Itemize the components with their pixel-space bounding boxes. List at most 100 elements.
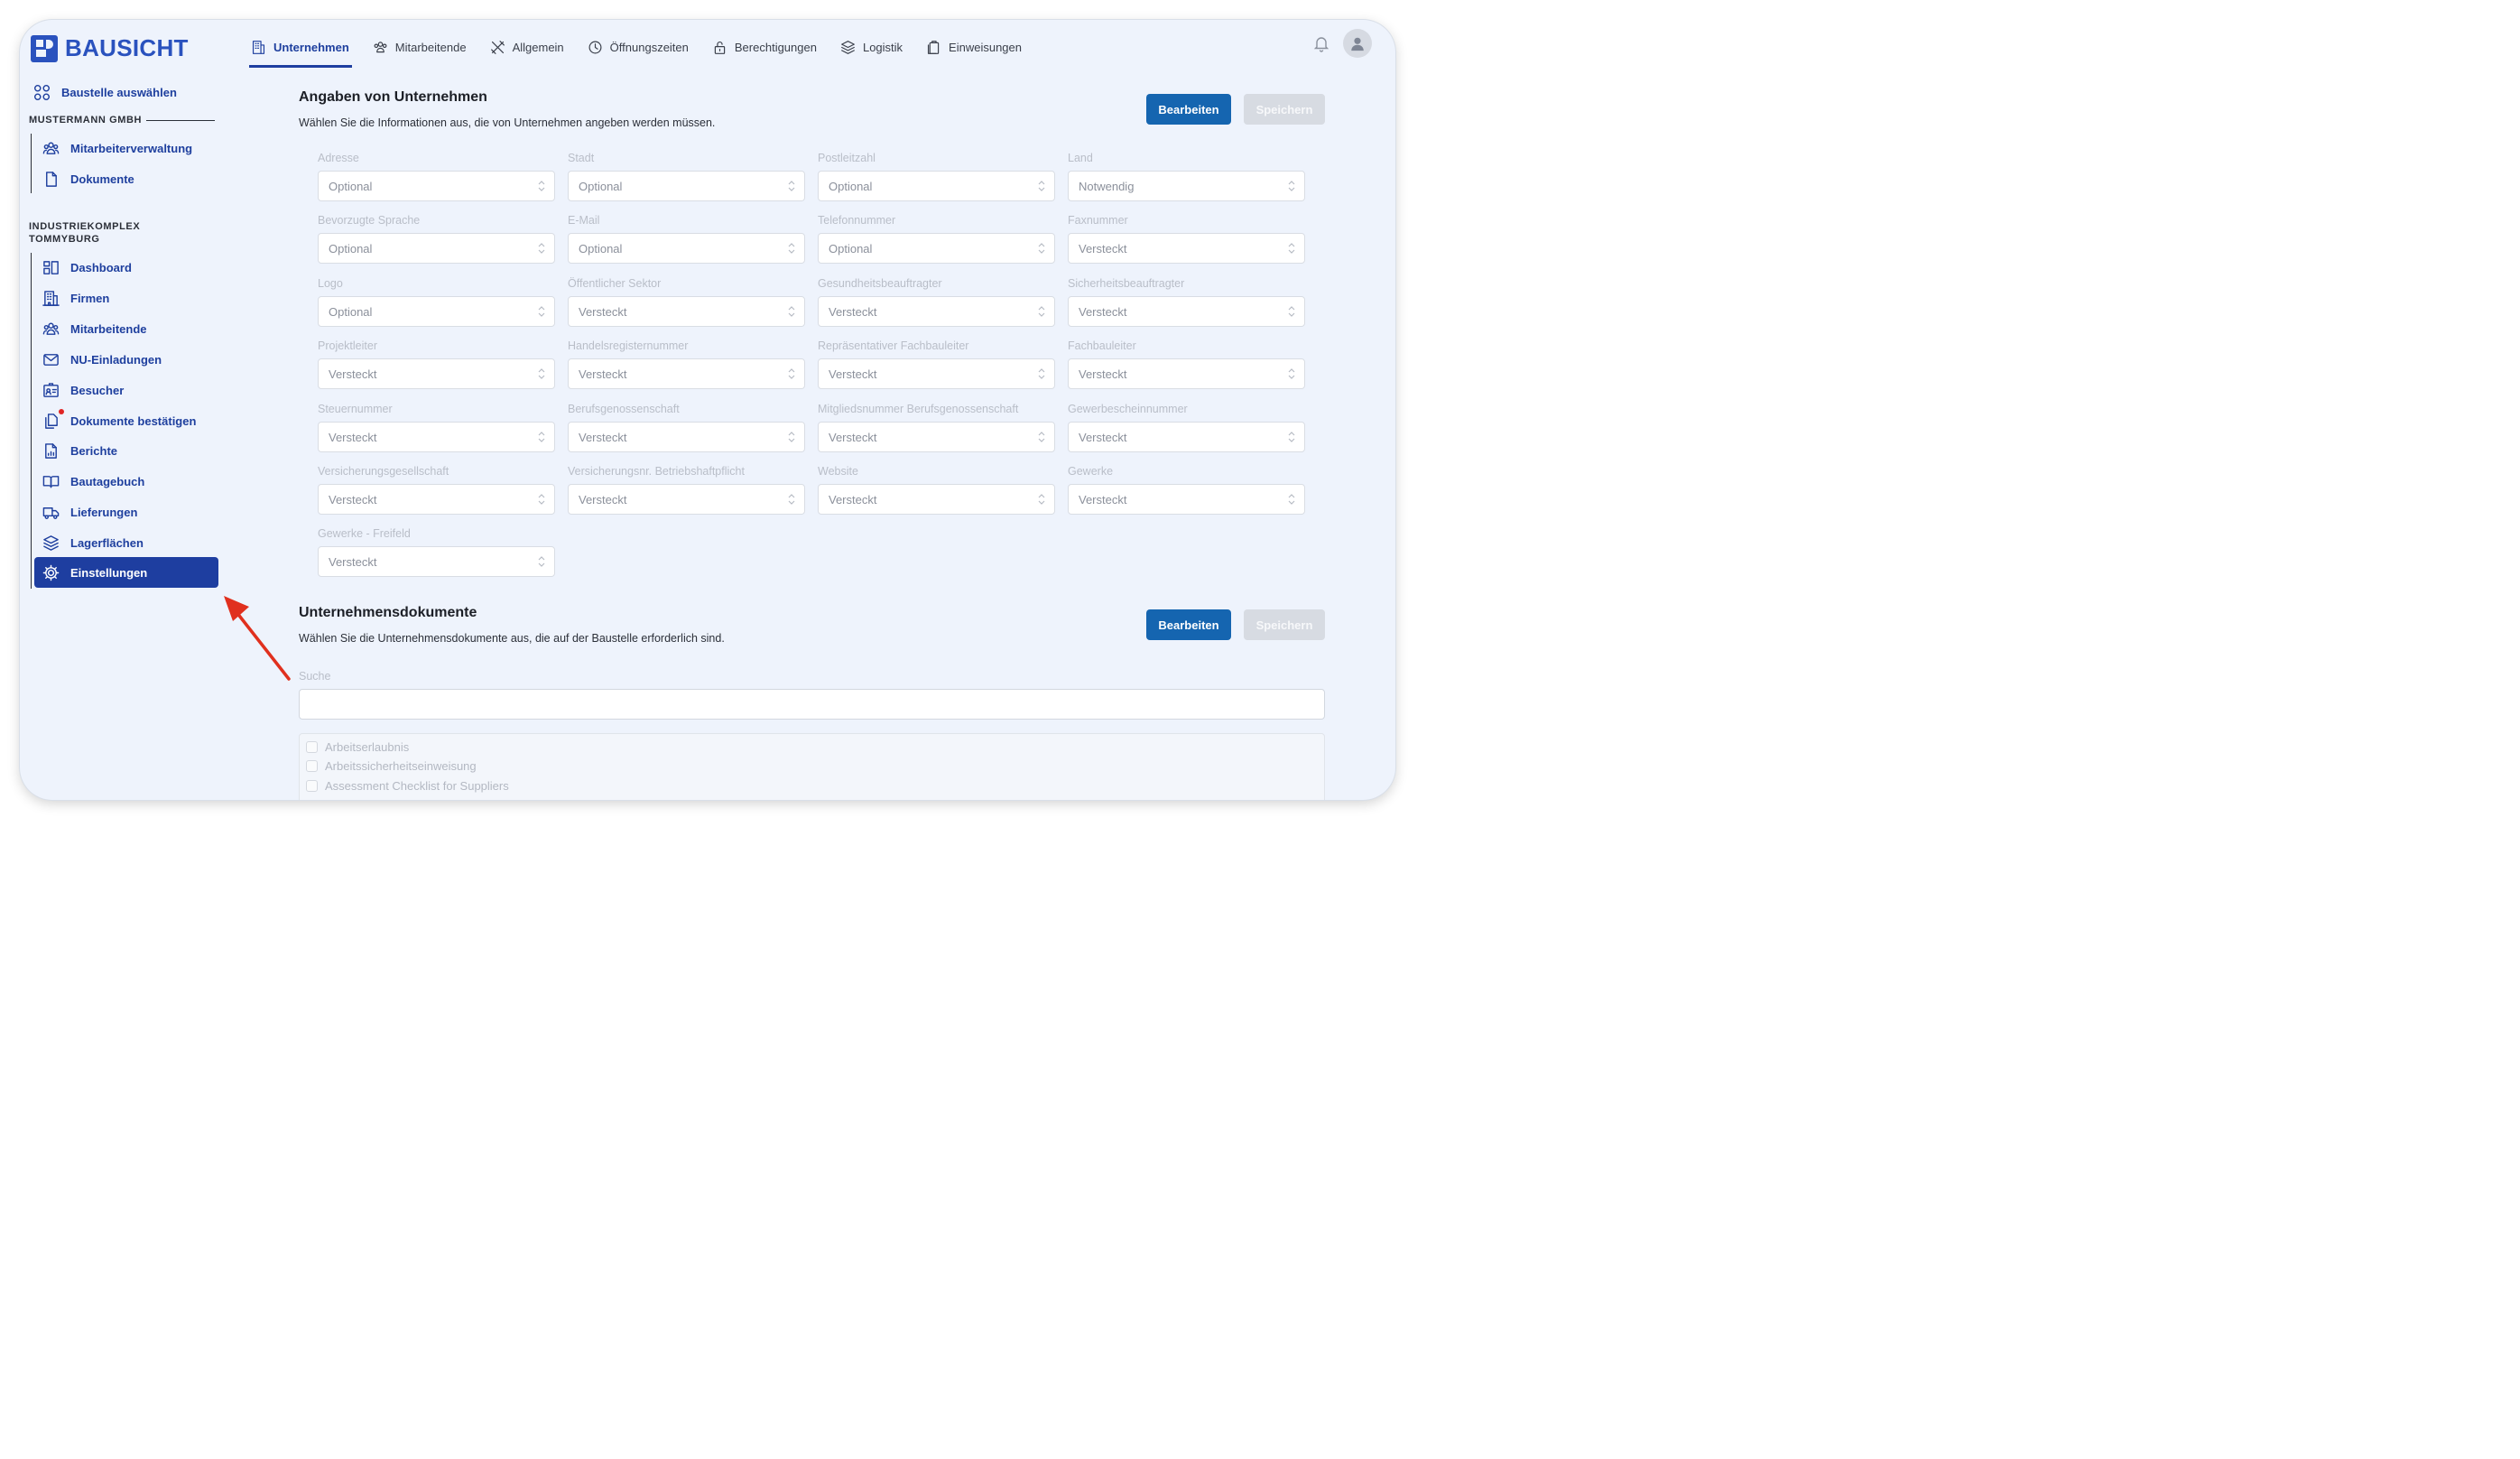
search-label: Suche (299, 670, 331, 683)
chevron-up-down-icon (1288, 305, 1295, 318)
select-value: Versteckt (1079, 241, 1127, 256)
users-icon (42, 139, 60, 157)
field-visibility-select[interactable]: Versteckt (318, 484, 555, 515)
field-visibility-select[interactable]: Versteckt (818, 422, 1055, 452)
field-visibility-select[interactable]: Optional (568, 233, 805, 264)
sidebar-item-besucher[interactable]: Besucher (42, 381, 124, 399)
select-value: Versteckt (829, 367, 877, 381)
field-visibility-select[interactable]: Versteckt (1068, 296, 1305, 327)
field-visibility-select[interactable]: Versteckt (1068, 358, 1305, 389)
chevron-up-down-icon (1038, 367, 1045, 380)
field-visibility-select[interactable]: Optional (318, 233, 555, 264)
field-visibility-select[interactable]: Versteckt (568, 358, 805, 389)
field-visibility-select[interactable]: Versteckt (318, 422, 555, 452)
documents-icon (42, 412, 60, 430)
select-value: Versteckt (1079, 430, 1127, 444)
save-company-documents-button[interactable]: Speichern (1244, 609, 1325, 640)
field-visibility-select[interactable]: Versteckt (1068, 484, 1305, 515)
chevron-up-down-icon (538, 305, 545, 318)
select-value: Versteckt (329, 430, 377, 444)
field-visibility-select[interactable]: Notwendig (1068, 171, 1305, 201)
field-label: E-Mail (568, 214, 600, 227)
field-visibility-select[interactable]: Optional (818, 171, 1055, 201)
section-title-company-info: Angaben von Unternehmen (299, 89, 487, 105)
field-label: Gewerke (1068, 465, 1114, 478)
tab-oeffnungszeiten[interactable]: Öffnungszeiten (586, 38, 690, 56)
chevron-up-down-icon (788, 493, 795, 506)
edit-company-info-button[interactable]: Bearbeiten (1146, 94, 1231, 125)
tab-logistik[interactable]: Logistik (838, 38, 904, 56)
field-visibility-select[interactable]: Versteckt (818, 484, 1055, 515)
chevron-up-down-icon (788, 305, 795, 318)
field-visibility-select[interactable]: Versteckt (818, 296, 1055, 327)
users-icon (374, 41, 387, 52)
tab-einweisungen[interactable]: Einweisungen (924, 38, 1024, 56)
chevron-up-down-icon (1038, 305, 1045, 318)
notifications-bell-icon[interactable] (1312, 34, 1330, 52)
sidebar-item-berichte[interactable]: Berichte (42, 441, 117, 460)
field-visibility-select[interactable]: Versteckt (568, 422, 805, 452)
document-checkbox[interactable] (306, 741, 318, 753)
lock-icon (714, 41, 726, 54)
sidebar: Baustelle auswählen MUSTERMANN GMBH Mita… (20, 20, 227, 800)
sidebar-item-dashboard[interactable]: Dashboard (42, 258, 132, 276)
field-visibility-select[interactable]: Optional (568, 171, 805, 201)
sidebar-item-dokumente-bestaetigen[interactable]: Dokumente bestätigen (42, 412, 196, 430)
document-item[interactable]: Arbeitssicherheitseinweisung (306, 759, 477, 773)
sidebar-item-label: Mitarbeiterverwaltung (70, 141, 193, 155)
document-checkbox[interactable] (306, 780, 318, 792)
sidebar-item-lieferungen[interactable]: Lieferungen (42, 503, 137, 521)
field-label: Adresse (318, 152, 359, 164)
field-label: Gewerke - Freifeld (318, 527, 411, 540)
sidebar-item-label: Einstellungen (70, 565, 148, 580)
field-visibility-select[interactable]: Versteckt (1068, 233, 1305, 264)
field-visibility-select[interactable]: Versteckt (568, 484, 805, 515)
select-value: Optional (579, 241, 623, 256)
field-visibility-select[interactable]: Versteckt (568, 296, 805, 327)
user-avatar[interactable] (1343, 29, 1372, 58)
id-card-icon (42, 381, 60, 399)
chevron-up-down-icon (788, 431, 795, 443)
sidebar-item-dokumente[interactable]: Dokumente (42, 170, 134, 188)
field-visibility-select[interactable]: Versteckt (318, 358, 555, 389)
select-site-link[interactable]: Baustelle auswählen (32, 83, 177, 101)
save-company-info-button[interactable]: Speichern (1244, 94, 1325, 125)
chevron-up-down-icon (1288, 367, 1295, 380)
book-icon (42, 472, 60, 490)
chevron-up-down-icon (1038, 242, 1045, 255)
sidebar-item-mitarbeitende[interactable]: Mitarbeitende (42, 320, 147, 338)
document-checkbox[interactable] (306, 760, 318, 772)
group-rail (31, 253, 32, 589)
field-visibility-select[interactable]: Versteckt (318, 546, 555, 577)
group-label-company: MUSTERMANN GMBH (29, 115, 143, 125)
document-item[interactable]: Arbeitserlaubnis (306, 740, 409, 754)
sidebar-item-einstellungen[interactable]: Einstellungen (34, 557, 218, 588)
field-visibility-select[interactable]: Optional (318, 171, 555, 201)
sidebar-item-label: Lieferungen (70, 505, 138, 519)
sidebar-item-mitarbeiterverwaltung[interactable]: Mitarbeiterverwaltung (42, 139, 192, 157)
section-description: Wählen Sie die Unternehmensdokumente aus… (299, 632, 725, 645)
document-item[interactable]: Assessment Checklist for Suppliers (306, 779, 509, 793)
field-label: Gesundheitsbeauftragter (818, 277, 942, 290)
field-visibility-select[interactable]: Optional (818, 233, 1055, 264)
tab-mitarbeitende[interactable]: Mitarbeitende (371, 38, 468, 56)
field-label: Bevorzugte Sprache (318, 214, 421, 227)
chevron-up-down-icon (1038, 493, 1045, 506)
sidebar-item-lagerflaechen[interactable]: Lagerflächen (42, 534, 144, 552)
field-label: Berufsgenossenschaft (568, 403, 680, 415)
sidebar-item-bautagebuch[interactable]: Bautagebuch (42, 472, 144, 490)
field-visibility-select[interactable]: Versteckt (1068, 422, 1305, 452)
field-visibility-select[interactable]: Versteckt (818, 358, 1055, 389)
edit-company-documents-button[interactable]: Bearbeiten (1146, 609, 1231, 640)
field-label: Mitgliedsnummer Berufsgenossenschaft (818, 403, 1019, 415)
field-visibility-select[interactable]: Optional (318, 296, 555, 327)
tab-allgemein[interactable]: Allgemein (488, 38, 566, 56)
chevron-up-down-icon (538, 493, 545, 506)
sidebar-item-nu-einladungen[interactable]: NU-Einladungen (42, 350, 162, 368)
tab-berechtigungen[interactable]: Berechtigungen (710, 38, 819, 56)
document-search-input[interactable] (299, 689, 1325, 720)
sidebar-item-firmen[interactable]: Firmen (42, 289, 109, 307)
sidebar-item-label: Firmen (70, 291, 110, 305)
tab-unternehmen[interactable]: Unternehmen (249, 38, 351, 56)
tab-label: Allgemein (512, 40, 564, 54)
